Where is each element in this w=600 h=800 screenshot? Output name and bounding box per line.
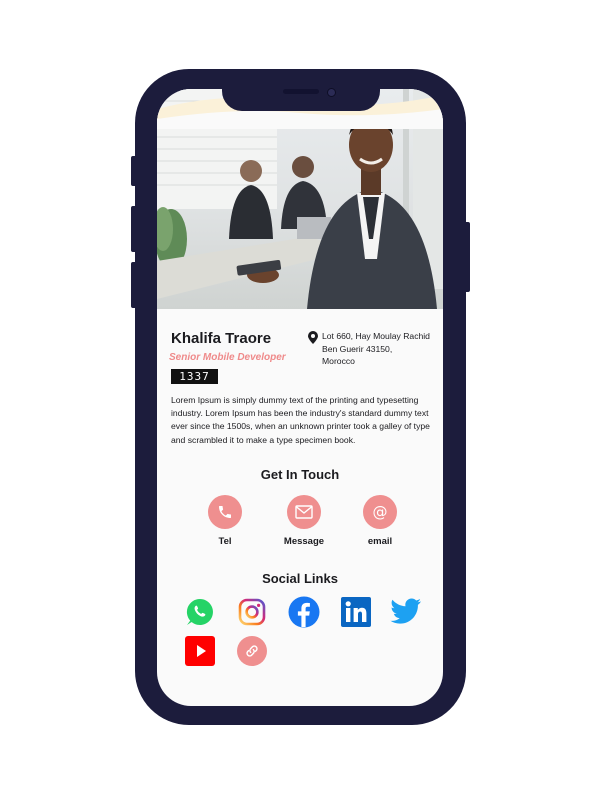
facebook-link[interactable]	[288, 596, 320, 628]
phone-icon	[219, 506, 231, 518]
contact-message-button[interactable]: Message	[274, 495, 334, 547]
instagram-link[interactable]	[236, 596, 268, 628]
social-links-heading: Social Links	[262, 571, 338, 586]
whatsapp-link[interactable]	[184, 596, 216, 628]
whatsapp-icon	[186, 598, 213, 625]
profile-title: Senior Mobile Developer	[169, 352, 286, 363]
at-sign-icon: @	[372, 502, 388, 521]
contact-email-label: email	[367, 536, 393, 547]
youtube-icon	[185, 636, 215, 666]
address: Lot 660, Hay Moulay Rachid Ben Guerir 43…	[322, 330, 442, 368]
address-line2: Ben Guerir 43150,	[322, 343, 393, 354]
front-camera	[327, 88, 336, 97]
link-icon	[246, 645, 258, 657]
address-line1: Lot 660, Hay Moulay Rachid	[322, 331, 430, 341]
profile-photo	[157, 89, 443, 309]
bio-text: Lorem Ipsum is simply dummy text of the …	[171, 395, 430, 445]
instagram-icon	[238, 598, 266, 626]
twitter-link[interactable]	[390, 596, 422, 628]
twitter-icon	[390, 598, 421, 624]
map-pin-icon	[308, 331, 318, 344]
badge-1337: 1337	[171, 369, 218, 384]
speaker-grille	[283, 89, 319, 94]
linkedin-link[interactable]	[340, 596, 372, 628]
contact-tel-button[interactable]: Tel	[195, 495, 255, 547]
address-line3: Morocco	[322, 356, 355, 366]
facebook-icon	[288, 596, 320, 628]
contact-message-label: Message	[283, 536, 325, 547]
envelope-icon	[295, 505, 313, 519]
contact-tel-label: Tel	[218, 536, 232, 547]
youtube-link[interactable]	[184, 635, 216, 667]
website-link[interactable]	[236, 635, 268, 667]
profile-name: Khalifa Traore	[171, 330, 272, 347]
phone-notch	[222, 83, 380, 111]
link-button-circle	[237, 636, 267, 666]
contact-email-button[interactable]: @ email	[350, 495, 410, 547]
profile-card-screen: Khalifa Traore Senior Mobile Developer 1…	[157, 89, 443, 706]
linkedin-icon	[341, 597, 371, 627]
get-in-touch-heading: Get In Touch	[260, 467, 340, 482]
